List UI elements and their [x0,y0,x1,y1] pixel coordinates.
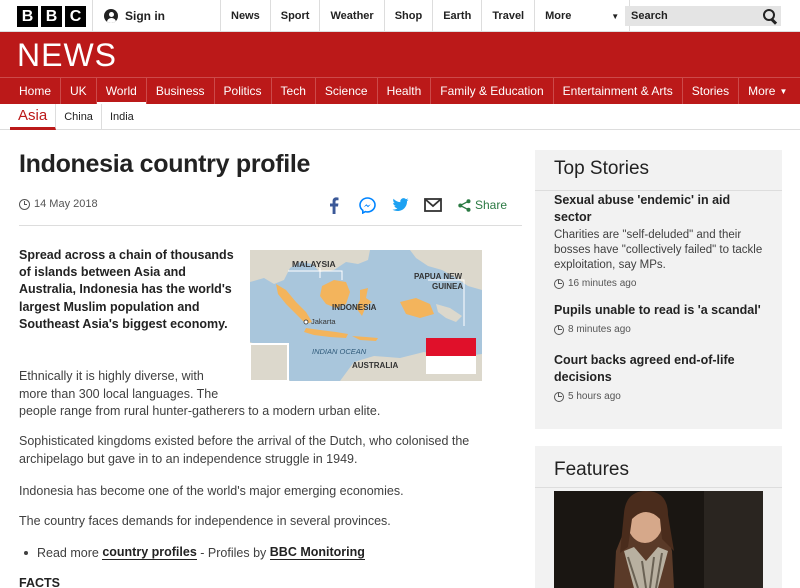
clock-icon [554,324,564,335]
story-item: Court backs agreed end-of-life decisions… [554,352,769,402]
share-button[interactable]: Share [458,198,507,212]
section-nav-health[interactable]: Health [378,78,432,104]
divider [19,225,522,226]
twitter-share-icon[interactable] [389,195,411,215]
map-label-australia: AUSTRALIA [352,361,398,370]
map-label-malaysia: MALAYSIA [292,259,336,269]
divider [535,190,782,191]
messenger-share-icon[interactable] [356,195,378,215]
divider [535,487,782,488]
article-paragraph: The country faces demands for independen… [19,514,391,528]
story-timestamp: 16 minutes ago [554,278,769,289]
story-headline-link[interactable]: Sexual abuse 'endemic' in aid sector [554,192,769,226]
article-paragraph: Indonesia has become one of the world's … [19,484,404,498]
map-label-guinea: GUINEA [432,282,463,291]
clock-icon [554,391,564,402]
map-label-ocean: INDIAN OCEAN [312,347,367,356]
clock-icon [19,198,30,210]
section-nav-tech[interactable]: Tech [272,78,316,104]
story-time-text: 16 minutes ago [568,278,637,289]
map-label-jakarta: Jakarta [311,317,336,326]
features-panel: Features [535,446,782,588]
global-nav-news[interactable]: News [221,0,271,32]
section-nav-uk[interactable]: UK [61,78,97,104]
global-nav-more[interactable]: More ▼ [535,0,631,32]
news-masthead: NEWS [0,32,800,77]
article-date-text: 14 May 2018 [34,198,98,210]
bbc-monitoring-link[interactable]: BBC Monitoring [269,545,365,560]
page-title: Indonesia country profile [19,150,311,178]
article-date: 14 May 2018 [19,198,98,210]
global-nav-earth[interactable]: Earth [433,0,483,32]
user-icon [104,9,118,23]
email-share-icon[interactable] [422,195,444,215]
share-tools: Share [323,195,507,215]
top-stories-panel: Top Stories Sexual abuse 'endemic' in ai… [535,150,782,429]
section-nav-stories[interactable]: Stories [683,78,740,104]
country-profiles-link[interactable]: country profiles [102,545,197,560]
global-nav: News Sport Weather Shop Earth Travel Mor… [221,0,631,32]
section-nav: Home UK World Business Politics Tech Sci… [0,77,800,105]
bbc-logo-letter: B [41,6,62,27]
story-time-text: 8 minutes ago [568,324,631,335]
section-nav-entertainment-arts[interactable]: Entertainment & Arts [554,78,683,104]
features-title: Features [554,459,629,480]
section-nav-science[interactable]: Science [316,78,378,104]
section-nav-more[interactable]: More ▼ [739,78,796,104]
section-nav-business[interactable]: Business [147,78,215,104]
story-item: Pupils unable to read is 'a scandal' 8 m… [554,302,769,335]
clock-icon [554,278,564,289]
section-nav-world[interactable]: World [96,78,147,105]
article-paragraph: Ethnically it is highly diverse, with mo… [19,369,219,401]
search-icon[interactable] [763,9,777,23]
search-placeholder: Search [631,10,668,22]
section-nav-politics[interactable]: Politics [215,78,272,104]
facebook-share-icon[interactable] [323,195,345,215]
global-nav-weather[interactable]: Weather [320,0,385,32]
story-time-text: 5 hours ago [568,391,621,402]
caret-down-icon: ▼ [611,11,620,21]
story-summary: Charities are "self-deluded" and their b… [554,229,763,271]
search-box[interactable]: Search [625,6,781,26]
bbc-logo[interactable]: B B C [17,6,86,27]
global-nav-more-label: More [545,10,572,22]
article-intro: Spread across a chain of thousands of is… [19,248,234,331]
sub-nav-asia[interactable]: Asia [10,104,57,130]
sub-nav-china[interactable]: China [56,104,102,130]
read-more-item: Read more country profiles - Profiles by… [24,545,365,560]
map-label-indonesia: INDONESIA [332,303,377,312]
sign-in-link[interactable]: Sign in [92,0,221,32]
story-headline-link[interactable]: Court backs agreed end-of-life decisions [554,352,769,386]
top-stories-title: Top Stories [554,158,650,179]
article-paragraph: Sophisticated kingdoms existed before th… [19,434,470,466]
story-headline-link[interactable]: Pupils unable to read is 'a scandal' [554,302,769,319]
section-nav-home[interactable]: Home [10,78,62,104]
feature-image[interactable] [554,491,763,588]
bbc-logo-letter: B [17,6,38,27]
news-logo[interactable]: NEWS [17,37,117,74]
share-icon [458,198,471,212]
read-more-mid: - Profiles by [200,545,267,560]
caret-down-icon: ▼ [779,86,788,96]
bullet [24,550,28,555]
indonesia-map: MALAYSIA PAPUA NEW GUINEA INDONESIA Jaka… [250,250,482,381]
section-nav-family-education[interactable]: Family & Education [431,78,554,104]
map-label-papua: PAPUA NEW [414,272,462,281]
global-nav-sport[interactable]: Sport [271,0,321,32]
facts-heading: FACTS [19,576,60,588]
global-nav-travel[interactable]: Travel [482,0,536,32]
story-item: Sexual abuse 'endemic' in aid sector Cha… [554,192,769,289]
global-header: B B C Sign in News Sport Weather Shop Ea… [0,0,800,32]
story-timestamp: 8 minutes ago [554,324,769,335]
bbc-logo-letter: C [65,6,86,27]
share-label: Share [475,198,508,212]
story-timestamp: 5 hours ago [554,391,769,402]
section-nav-more-label: More [748,84,776,98]
sub-nav-india[interactable]: India [102,104,142,130]
article-paragraph: people range from rural hunter-gatherers… [19,404,381,418]
sub-nav: Asia China India [0,104,800,130]
global-nav-shop[interactable]: Shop [385,0,434,32]
read-more-prefix: Read more [37,545,99,560]
sign-in-label: Sign in [125,9,165,23]
